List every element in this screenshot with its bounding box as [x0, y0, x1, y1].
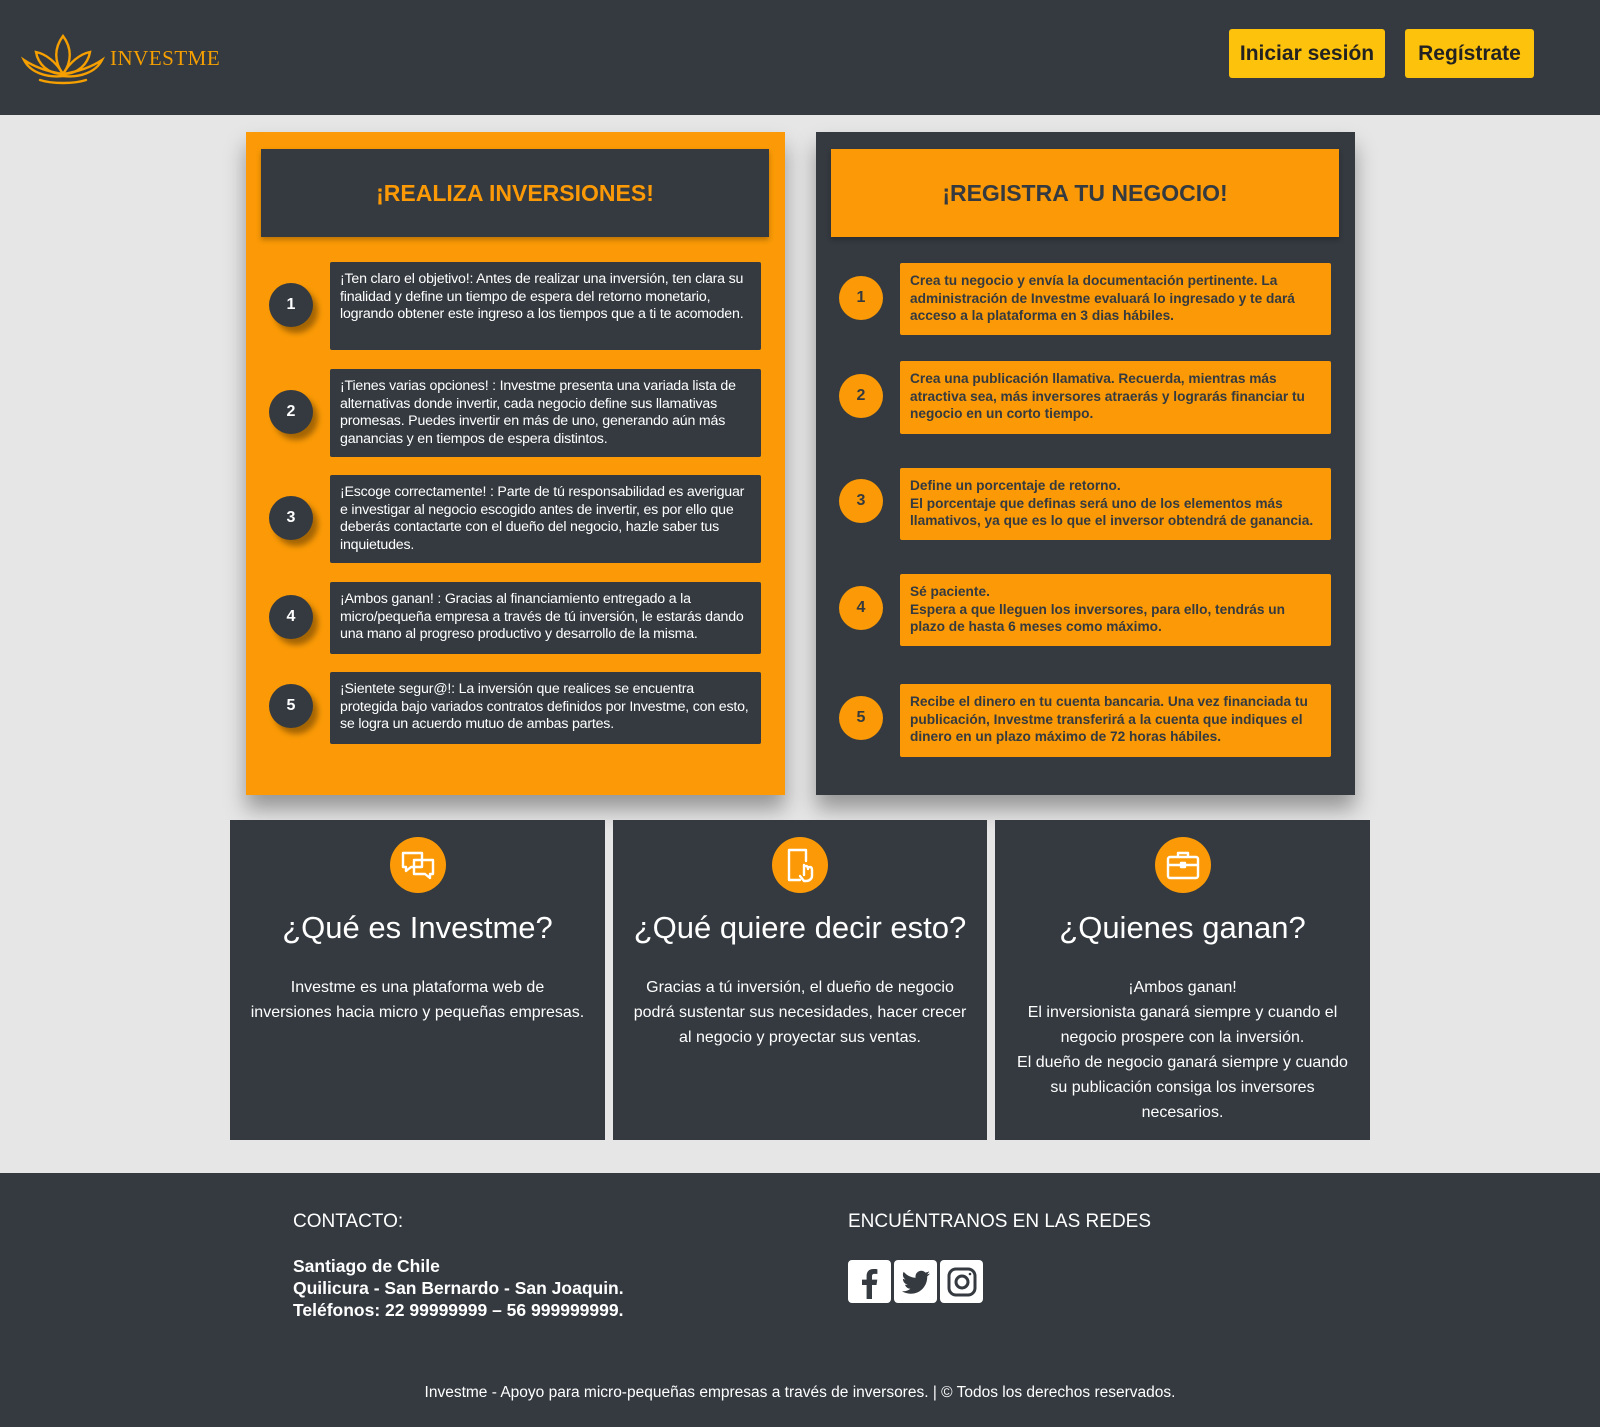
card-text: ¡Ambos ganan! El inversionista ganará si…: [1017, 979, 1348, 1121]
card-title: ¿Qué es Investme?: [282, 910, 553, 945]
register-button[interactable]: Regístrate: [1405, 29, 1534, 78]
social-title: ENCUÉNTRANOS EN LAS REDES: [848, 1211, 1152, 1232]
step-number: 1: [839, 276, 883, 320]
instagram-icon[interactable]: [940, 1260, 983, 1303]
invest-panel-title: ¡REALIZA INVERSIONES!: [261, 149, 769, 237]
briefcase-icon: [1154, 837, 1211, 893]
site-footer: CONTACTO: Santiago de Chile Quilicura - …: [0, 1173, 1600, 1427]
business-step-text: Sé paciente. Espera a que lleguen los in…: [900, 574, 1331, 646]
lotus-icon: [20, 33, 106, 85]
business-panel: ¡REGISTRA TU NEGOCIO! 1 Crea tu negocio …: [816, 132, 1355, 795]
card-text: Gracias a tú inversión, el dueño de nego…: [633, 979, 967, 1046]
invest-step-text: ¡Ten claro el objetivo!: Antes de realiz…: [330, 262, 761, 350]
chat-bubbles-icon: [389, 837, 446, 893]
invest-panel: ¡REALIZA INVERSIONES! 1 ¡Ten claro el ob…: [246, 132, 785, 795]
copyright-text: Investme - Apoyo para micro-pequeñas emp…: [424, 1384, 1176, 1401]
info-card-meaning: ¿Qué quiere decir esto? Gracias a tú inv…: [613, 820, 987, 1140]
step-number: 2: [269, 390, 313, 434]
invest-step-text: ¡Sientete segur@!: La inversión que real…: [330, 672, 761, 744]
step-number: 4: [839, 586, 883, 630]
card-text: Investme es una plataforma web de invers…: [250, 979, 585, 1021]
social-links: [848, 1260, 983, 1303]
step-number: 3: [269, 496, 313, 540]
invest-step-text: ¡Ambos ganan! : Gracias al financiamient…: [330, 582, 761, 654]
facebook-icon[interactable]: [848, 1260, 891, 1303]
info-card-who-wins: ¿Quienes ganan? ¡Ambos ganan! El inversi…: [995, 820, 1370, 1140]
step-number: 3: [839, 479, 883, 523]
contact-areas: Quilicura - San Bernardo - San Joaquin.: [293, 1278, 624, 1298]
step-number: 2: [839, 374, 883, 418]
contact-info: Santiago de Chile Quilicura - San Bernar…: [293, 1255, 624, 1321]
login-button[interactable]: Iniciar sesión: [1229, 29, 1385, 78]
info-card-what-is: ¿Qué es Investme? Investme es una plataf…: [230, 820, 605, 1140]
invest-step-text: ¡Tienes varias opciones! : Investme pres…: [330, 369, 761, 457]
step-number: 5: [839, 696, 883, 740]
brand-name: INVESTME: [110, 45, 221, 70]
invest-step-text: ¡Escoge correctamente! : Parte de tú res…: [330, 475, 761, 563]
business-panel-title: ¡REGISTRA TU NEGOCIO!: [831, 149, 1339, 237]
step-number: 5: [269, 684, 313, 728]
touch-document-icon: [772, 837, 828, 893]
site-header: INVESTME Iniciar sesión Regístrate: [0, 0, 1600, 115]
brand-logo[interactable]: INVESTME: [20, 30, 220, 86]
step-number: 1: [269, 283, 313, 327]
twitter-icon[interactable]: [894, 1260, 937, 1303]
contact-title: CONTACTO:: [293, 1211, 404, 1232]
card-title: ¿Qué quiere decir esto?: [633, 910, 967, 945]
business-step-text: Crea una publicación llamativa. Recuerda…: [900, 361, 1331, 434]
business-step-text: Crea tu negocio y envía la documentación…: [900, 263, 1331, 335]
business-step-text: Define un porcentaje de retorno. El porc…: [900, 468, 1331, 540]
step-number: 4: [269, 595, 313, 639]
business-step-text: Recibe el dinero en tu cuenta bancaria. …: [900, 684, 1331, 757]
card-title: ¿Quienes ganan?: [1059, 910, 1306, 945]
contact-phones: Teléfonos: 22 99999999 – 56 999999999.: [293, 1300, 624, 1320]
contact-city: Santiago de Chile: [293, 1256, 440, 1276]
